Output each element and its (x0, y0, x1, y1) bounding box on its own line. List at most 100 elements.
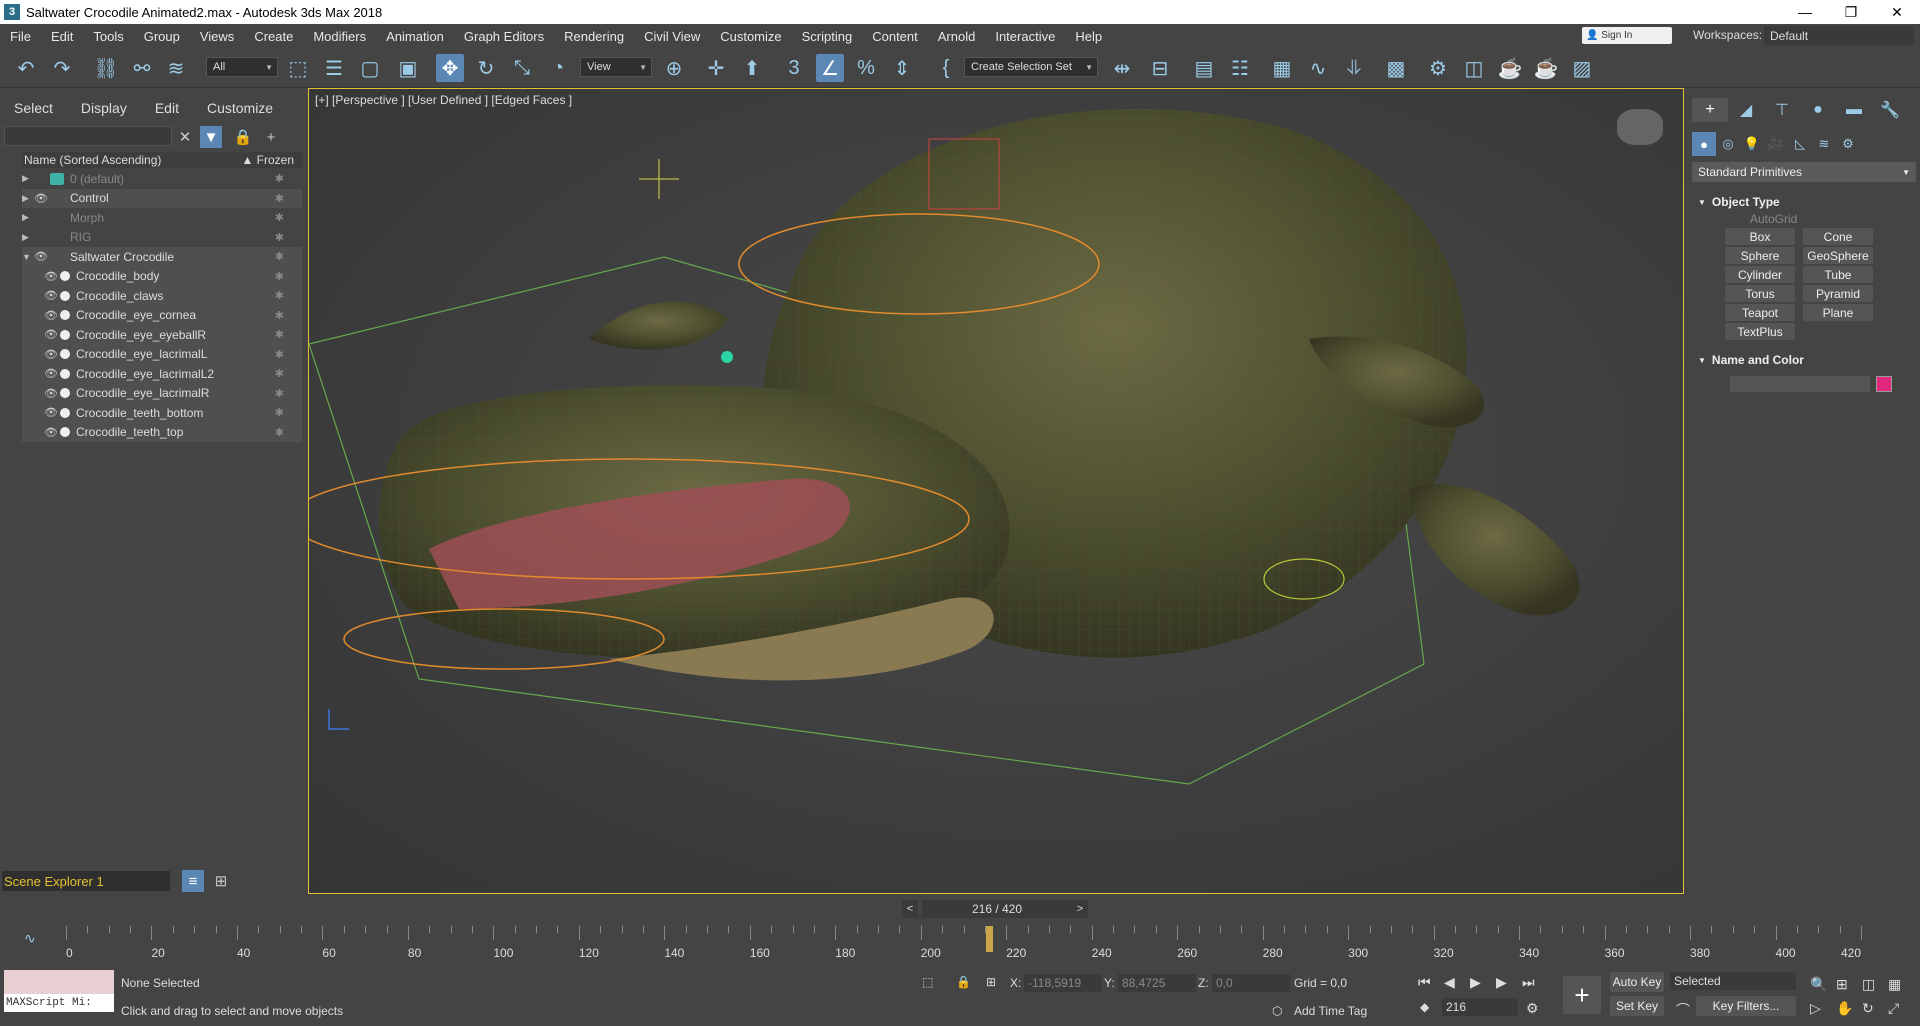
link-icon[interactable]: ⛓ (92, 54, 120, 82)
redo-icon[interactable]: ↷ (48, 54, 76, 82)
filter-funnel-icon[interactable]: ▼ (200, 126, 222, 148)
named-selection-icon[interactable]: { (932, 54, 960, 82)
menu-arnold[interactable]: Arnold (928, 29, 986, 44)
freeze-icon[interactable]: ✱ (275, 426, 284, 439)
menu-civil-view[interactable]: Civil View (634, 29, 710, 44)
restore-icon[interactable]: ❐ (1828, 0, 1874, 24)
menu-group[interactable]: Group (134, 29, 190, 44)
workspaces-dropdown[interactable]: Default (1764, 26, 1914, 45)
eye-icon[interactable]: 👁 (44, 426, 60, 439)
expand-icon[interactable]: ▶ (22, 173, 34, 184)
viewcube-icon[interactable] (1617, 109, 1663, 145)
pan-icon[interactable]: ✋ (1836, 1000, 1853, 1017)
expand-icon[interactable]: ▶ (22, 193, 34, 204)
absolute-mode-icon[interactable]: ⊞ (986, 975, 996, 989)
systems-icon[interactable]: ⚙ (1836, 132, 1860, 156)
render-iterative-icon[interactable]: ▨ (1568, 54, 1596, 82)
box-button[interactable]: Box (1725, 228, 1795, 245)
eye-icon[interactable]: 👁 (44, 387, 60, 400)
plane-button[interactable]: Plane (1803, 304, 1873, 321)
explorer-tab-edit[interactable]: Edit (141, 100, 193, 116)
bind-space-warp-icon[interactable]: ≋ (162, 54, 190, 82)
angle-snap-icon[interactable]: ∠ (816, 54, 844, 82)
eye-icon[interactable]: 👁 (44, 309, 60, 322)
select-rotate-icon[interactable]: ↻ (472, 54, 500, 82)
undo-icon[interactable]: ↶ (12, 54, 40, 82)
explorer-search-input[interactable] (4, 126, 172, 146)
helpers-icon[interactable]: ◺ (1788, 132, 1812, 156)
select-place-icon[interactable]: ◔ (544, 54, 572, 82)
explorer-tab-display[interactable]: Display (67, 100, 141, 116)
goto-start-icon[interactable]: ⏮ (1418, 974, 1431, 991)
sort-by-layer-icon[interactable]: ≡ (182, 870, 204, 892)
display-tab-icon[interactable]: ▬ (1836, 98, 1872, 122)
current-frame-marker[interactable] (986, 926, 994, 952)
tree-row-crocodile-teeth-bottom[interactable]: 👁 Crocodile_teeth_bottom ✱ (22, 403, 302, 423)
reference-coordinate-dropdown[interactable]: View (580, 57, 652, 77)
zoom-icon[interactable]: 🔍 (1810, 976, 1827, 993)
object-color-swatch[interactable] (1876, 376, 1892, 392)
tube-button[interactable]: Tube (1803, 266, 1873, 283)
add-layer-icon[interactable]: + (260, 126, 282, 148)
pyramid-button[interactable]: Pyramid (1803, 285, 1873, 302)
freeze-icon[interactable]: ✱ (275, 270, 284, 283)
freeze-icon[interactable]: ✱ (275, 231, 284, 244)
auto-key-button[interactable]: Auto Key (1610, 972, 1664, 992)
frame-counter[interactable]: 216 / 420 (922, 900, 1072, 918)
tree-row-crocodile-eye-lacrimall[interactable]: 👁 Crocodile_eye_lacrimalL ✱ (22, 344, 302, 364)
lock-icon[interactable]: 🔒 (232, 126, 254, 148)
material-editor-icon[interactable]: ▩ (1382, 54, 1410, 82)
close-icon[interactable]: ✕ (1874, 0, 1920, 24)
scene-explorer-selector[interactable]: Scene Explorer 1 (2, 871, 170, 891)
time-tag-icon[interactable]: ⬡ (1272, 1004, 1282, 1018)
select-object-icon[interactable]: ⬚ (284, 54, 312, 82)
frozen-column-header[interactable]: ▲ Frozen (241, 153, 294, 167)
menu-file[interactable]: File (0, 29, 41, 44)
zoom-all-icon[interactable]: ⊞ (1836, 976, 1848, 993)
tree-row-saltwater-crocodile[interactable]: ▼ 👁 Saltwater Crocodile ✱ (22, 247, 302, 267)
menu-animation[interactable]: Animation (376, 29, 454, 44)
eye-icon[interactable]: 👁 (34, 192, 50, 205)
freeze-icon[interactable]: ✱ (275, 309, 284, 322)
explorer-column-header[interactable]: Name (Sorted Ascending) ▲ Frozen (22, 152, 302, 168)
scene-explorer-icon[interactable]: ▤ (1190, 54, 1218, 82)
maxscript-listener[interactable] (4, 970, 114, 994)
autogrid-checkbox[interactable]: AutoGrid (1750, 212, 1916, 228)
select-manipulate-icon[interactable]: ✛ (702, 54, 730, 82)
prev-key-icon[interactable]: ◀ (1444, 974, 1455, 991)
freeze-icon[interactable]: ✱ (275, 387, 284, 400)
select-by-name-icon[interactable]: ☰ (320, 54, 348, 82)
freeze-icon[interactable]: ✱ (275, 348, 284, 361)
x-coordinate-field[interactable]: -118,5919 (1024, 974, 1102, 992)
motion-tab-icon[interactable]: ● (1800, 98, 1836, 122)
select-scale-icon[interactable]: ⤡ (508, 54, 536, 82)
align-icon[interactable]: ⊟ (1146, 54, 1174, 82)
curve-editor-mini-icon[interactable]: ∿ (24, 930, 36, 947)
zoom-extents-all-icon[interactable]: ▦ (1888, 976, 1901, 993)
menu-content[interactable]: Content (862, 29, 928, 44)
category-dropdown[interactable]: Standard Primitives (1692, 162, 1916, 182)
set-key-big-icon[interactable]: + (1563, 976, 1601, 1014)
key-mode-icon[interactable]: ◆ (1420, 1000, 1429, 1014)
clear-search-icon[interactable]: ✕ (174, 126, 196, 148)
selection-lock-icon[interactable]: 🔒 (956, 975, 971, 989)
explorer-tab-select[interactable]: Select (0, 100, 67, 116)
unlink-icon[interactable]: ⚯ (128, 54, 156, 82)
maxscript-input[interactable]: MAXScript Mi: (4, 994, 114, 1012)
teapot-button[interactable]: Teapot (1725, 304, 1795, 321)
mirror-icon[interactable]: ⇹ (1108, 54, 1136, 82)
selection-filter-dropdown[interactable]: All (206, 57, 278, 77)
freeze-icon[interactable]: ✱ (275, 289, 284, 302)
zoom-extents-icon[interactable]: ◫ (1862, 976, 1875, 993)
snaps-toggle-icon[interactable]: 3 (780, 54, 808, 82)
tree-row-crocodile-eye-cornea[interactable]: 👁 Crocodile_eye_cornea ✱ (22, 305, 302, 325)
menu-scripting[interactable]: Scripting (792, 29, 863, 44)
tree-row-crocodile-teeth-top[interactable]: 👁 Crocodile_teeth_top ✱ (22, 422, 302, 442)
maximize-viewport-icon[interactable]: ⤢ (1888, 1000, 1899, 1017)
keyboard-shortcut-toggle-icon[interactable]: ⬆ (738, 54, 766, 82)
geometry-icon[interactable]: ● (1692, 132, 1716, 156)
torus-button[interactable]: Torus (1725, 285, 1795, 302)
named-selection-set-dropdown[interactable]: Create Selection Set (964, 57, 1098, 77)
track-bar[interactable]: ∿ 0 20 40 60 80 100 120 140 160 180 200 220 240 260 28… (0, 920, 1920, 966)
minimize-icon[interactable]: — (1782, 0, 1828, 24)
